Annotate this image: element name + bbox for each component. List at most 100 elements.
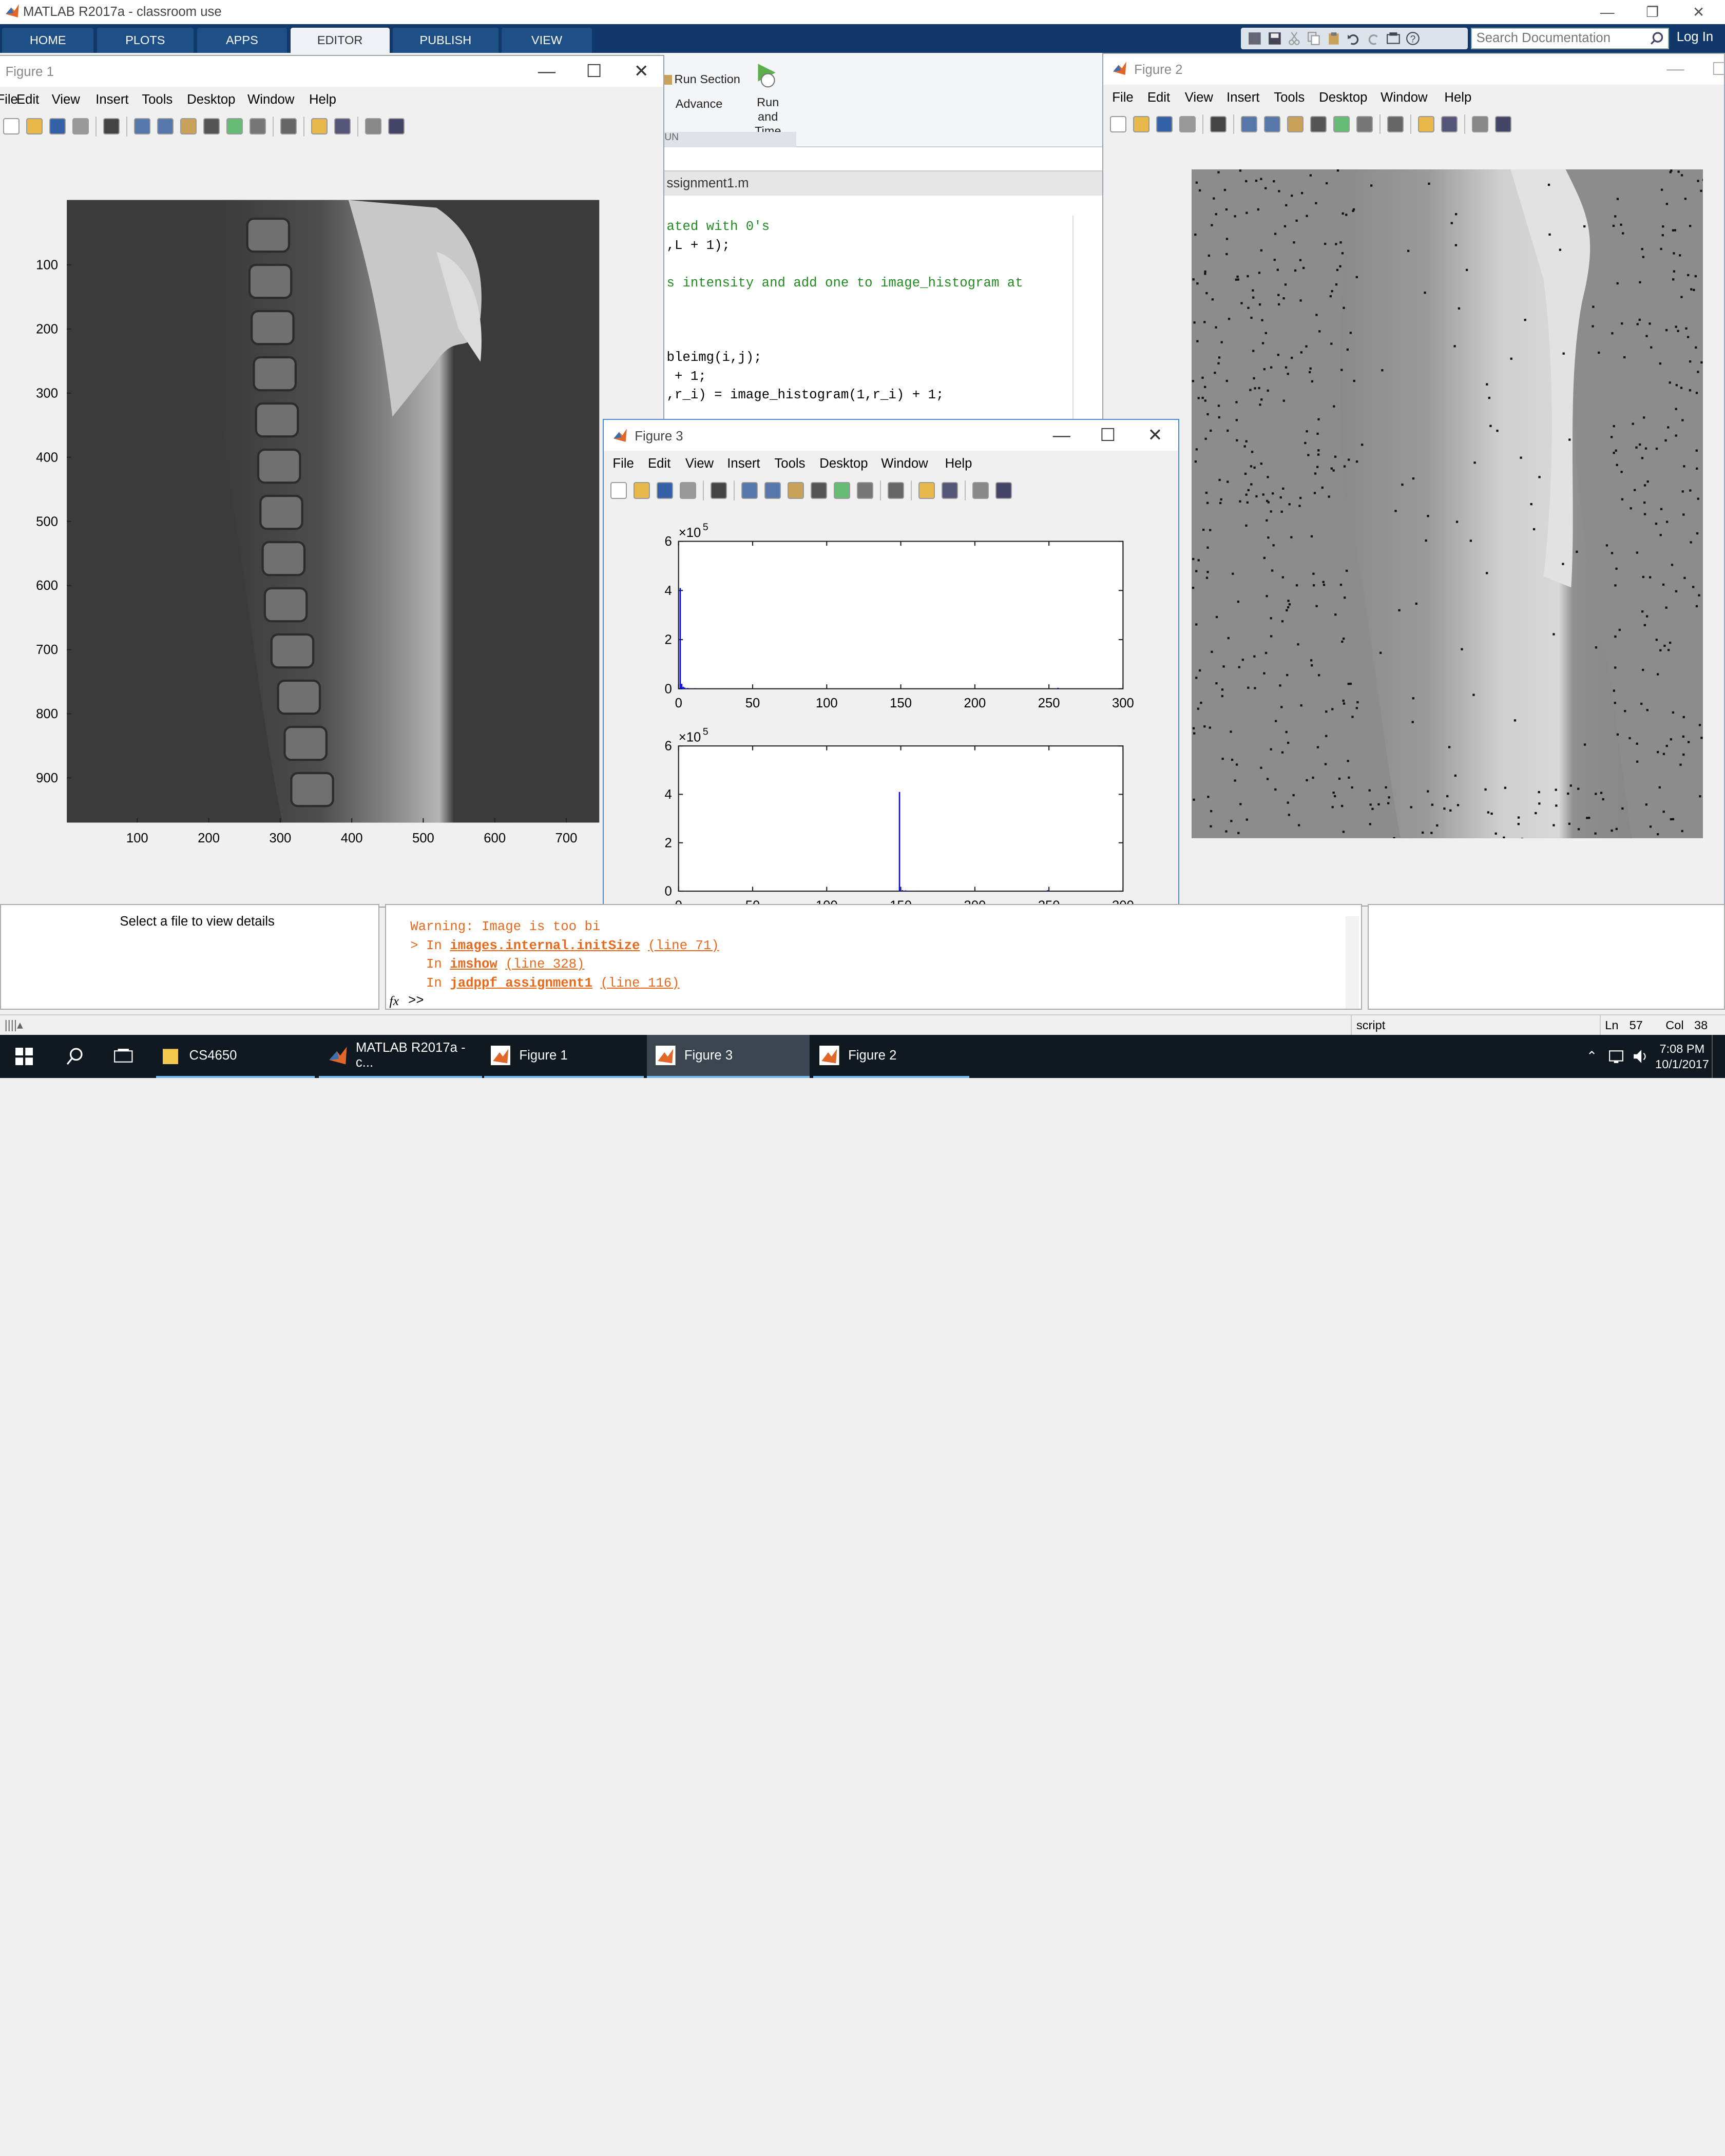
network-icon[interactable] [1606,1035,1628,1078]
taskbar-item-figure-2[interactable]: Figure 2 [813,1035,969,1078]
layout-icon[interactable] [1245,30,1264,47]
menu-insert[interactable]: Insert [1226,90,1259,105]
menu-desktop[interactable]: Desktop [1319,90,1367,105]
pointer-icon[interactable] [1210,116,1227,133]
data-cursor-icon[interactable] [833,482,851,499]
taskbar-item-matlab[interactable]: MATLAB R2017a - c... [319,1035,482,1078]
undo-icon[interactable] [1345,30,1363,47]
brush-icon[interactable] [856,482,874,499]
link-plot-icon[interactable] [1387,116,1404,133]
figure-3-maximize-button[interactable]: ☐ [1086,422,1130,449]
legend-icon[interactable] [1441,116,1458,133]
tab-editor[interactable]: EDITOR [290,27,390,53]
address-bar[interactable] [660,147,1103,172]
command-scrollbar[interactable] [1345,916,1359,1009]
chevron-up-icon[interactable]: ⌃ [1582,1035,1602,1078]
menu-tools[interactable]: Tools [142,92,172,107]
tab-apps[interactable]: APPS [197,27,288,53]
new-figure-icon[interactable] [3,118,20,135]
menu-insert[interactable]: Insert [727,456,760,471]
clock[interactable]: 7:08 PM 10/1/2017 [1655,1035,1710,1078]
show-tools-icon[interactable] [1494,116,1511,133]
pan-icon[interactable] [787,482,804,499]
open-file-icon[interactable] [634,482,650,499]
command-window[interactable]: Warning: Image is too bi > In images.int… [385,904,1362,1010]
pan-icon[interactable] [180,118,197,135]
zoom-out-icon[interactable] [157,118,174,135]
menu-desktop[interactable]: Desktop [187,92,235,107]
switch-windows-icon[interactable] [1384,30,1403,47]
paste-icon[interactable] [1325,30,1343,47]
stack-link-3[interactable]: jadppf_assignment1 [450,976,592,991]
open-file-icon[interactable] [26,118,43,135]
hide-tools-icon[interactable] [972,482,989,499]
figure-3-close-button[interactable]: ✕ [1133,422,1177,449]
start-button[interactable] [0,1035,48,1078]
help-icon[interactable]: ? [1404,30,1422,47]
figure-3-minimize-button[interactable]: — [1040,422,1084,449]
menu-window[interactable]: Window [247,92,294,107]
tab-home[interactable]: HOME [2,27,94,53]
colorbar-icon[interactable] [311,118,328,135]
search-taskbar-button[interactable] [51,1035,99,1078]
menu-file[interactable]: File [612,456,634,471]
zoom-out-icon[interactable] [764,482,781,499]
tab-publish[interactable]: PUBLISH [393,27,499,53]
taskbar-item-cs4650[interactable]: CS4650 [156,1035,315,1078]
pointer-icon[interactable] [711,482,727,499]
stack-link-2[interactable]: imshow [450,957,497,972]
new-figure-icon[interactable] [1109,116,1127,133]
pointer-icon[interactable] [103,118,120,135]
command-prompt[interactable]: >> [408,993,424,1008]
menu-tools[interactable]: Tools [1274,90,1305,105]
menu-view[interactable]: View [52,92,80,107]
figure-1-maximize-button[interactable]: ☐ [572,58,616,84]
figure-1-minimize-button[interactable]: — [525,58,569,84]
stack-link-1[interactable]: images.internal.initSize [450,938,640,953]
data-cursor-icon[interactable] [1333,116,1350,133]
show-desktop-button[interactable] [1712,1035,1725,1078]
menu-desktop[interactable]: Desktop [819,456,868,471]
menu-file[interactable]: File [1112,90,1133,105]
save-icon[interactable] [1265,30,1283,47]
figure-2-minimize-button[interactable]: — [1654,56,1698,82]
zoom-in-icon[interactable] [134,118,151,135]
cut-icon[interactable] [1285,30,1304,47]
legend-icon[interactable] [941,482,958,499]
data-cursor-icon[interactable] [226,118,243,135]
run-section-button[interactable]: Run Section [675,72,740,86]
menu-edit[interactable]: Edit [1147,90,1170,105]
brush-icon[interactable] [1356,116,1373,133]
save-icon[interactable] [1156,116,1173,133]
editor-file-tab[interactable]: ssignment1.m [660,171,1103,196]
legend-icon[interactable] [334,118,351,135]
menu-file[interactable]: File [0,92,18,107]
save-icon[interactable] [49,118,66,135]
save-icon[interactable] [657,482,674,499]
advance-button[interactable]: Advance [676,97,723,111]
taskbar-item-figure-3[interactable]: Figure 3 [647,1035,810,1078]
restore-button[interactable]: ❐ [1628,0,1676,24]
close-button[interactable]: ✕ [1674,0,1722,24]
colorbar-icon[interactable] [918,482,935,499]
volume-icon[interactable] [1631,1035,1653,1078]
print-icon[interactable] [1179,116,1196,133]
login-link[interactable]: Log In [1677,30,1713,45]
rotate-icon[interactable] [203,118,220,135]
rotate-icon[interactable] [1310,116,1327,133]
new-figure-icon[interactable] [610,482,627,499]
minimize-button[interactable]: — [1583,0,1632,24]
tab-plots[interactable]: PLOTS [97,27,194,53]
menu-window[interactable]: Window [881,456,928,471]
print-icon[interactable] [72,118,89,135]
figure-2-maximize-button[interactable]: ☐ [1697,56,1725,82]
menu-view[interactable]: View [685,456,714,471]
open-file-icon[interactable] [1133,116,1150,133]
menu-tools[interactable]: Tools [774,456,805,471]
menu-help[interactable]: Help [945,456,972,471]
menu-edit[interactable]: Edit [16,92,39,107]
link-plot-icon[interactable] [280,118,297,135]
hide-tools-icon[interactable] [1471,116,1488,133]
zoom-in-icon[interactable] [1240,116,1258,133]
taskbar-item-figure-1[interactable]: Figure 1 [484,1035,644,1078]
